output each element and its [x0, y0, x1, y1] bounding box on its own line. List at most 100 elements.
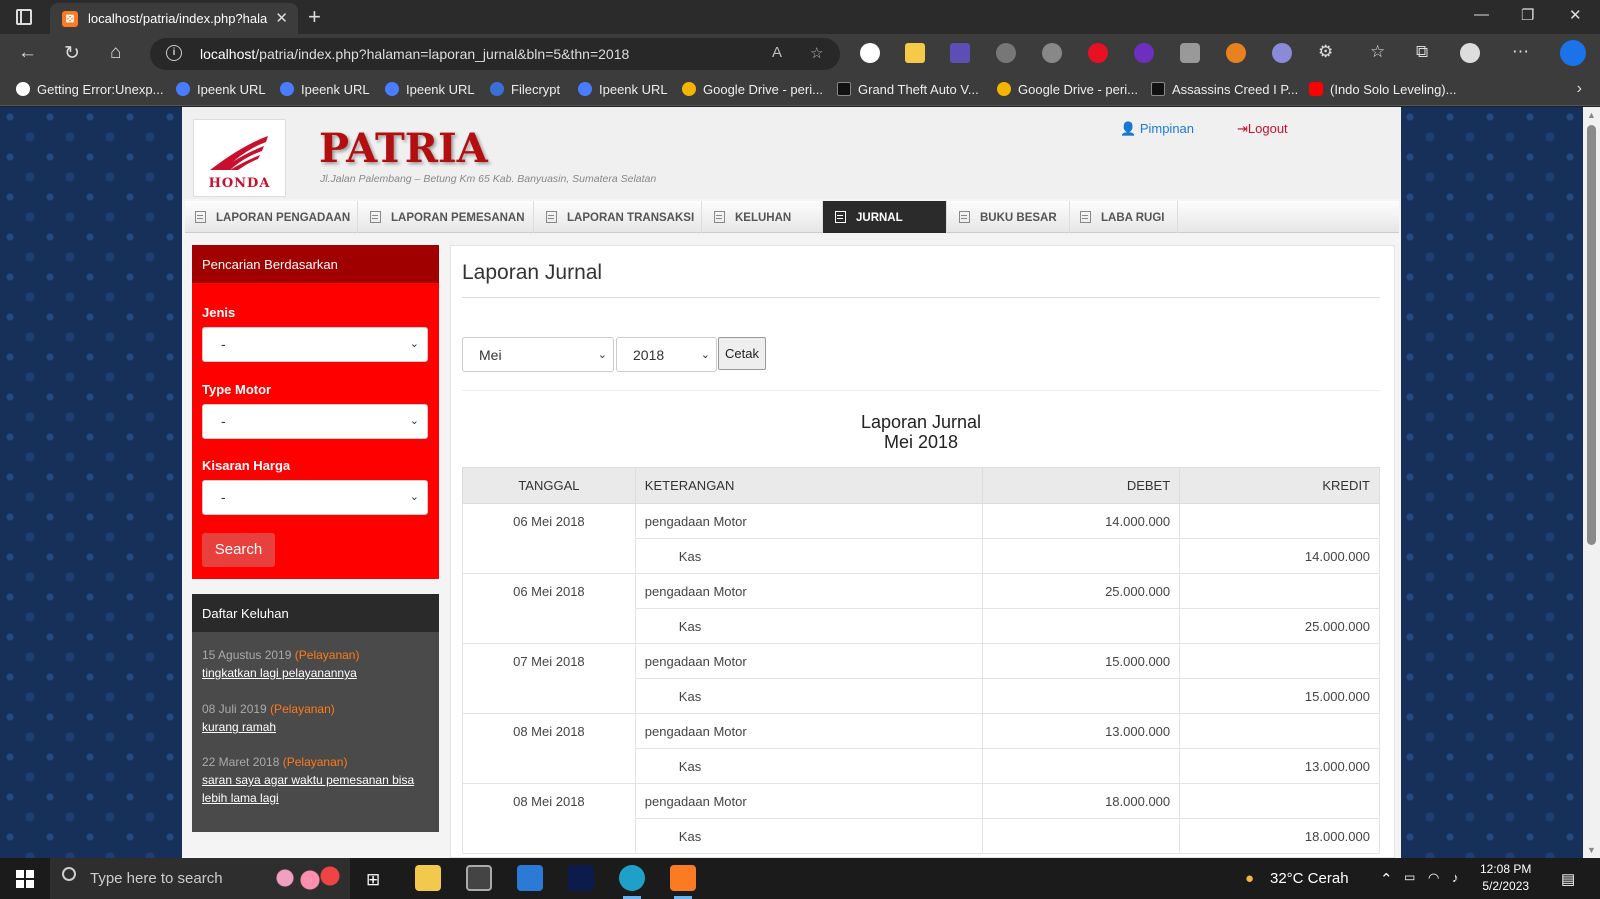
settings-extension-icon[interactable] [1272, 43, 1292, 63]
complaint-link[interactable]: saran saya agar waktu pemesanan bisa leb… [202, 771, 432, 807]
nav-buku-besar[interactable]: BUKU BESAR [947, 201, 1070, 233]
debit-amount: 15.000.000 [982, 643, 1181, 679]
bookmark-item[interactable]: Google Drive - peri... [997, 82, 1138, 97]
edge-icon[interactable] [619, 865, 645, 899]
bookmark-item[interactable]: Assassins Creed I P... [1151, 82, 1298, 97]
table-row: 08 Mei 2018 pengadaan Motor 18.000.000 [462, 783, 1380, 854]
bookmark-item[interactable]: Ipeenk URL [385, 82, 475, 97]
complaint-link[interactable]: kurang ramah [202, 718, 432, 736]
close-tab-icon[interactable]: ✕ [275, 9, 288, 27]
debit-amount-empty [982, 678, 1181, 714]
extension-icon[interactable] [905, 43, 925, 63]
scrollbar-thumb[interactable] [1587, 125, 1596, 545]
table-row: 08 Mei 2018 pengadaan Motor 13.000.000 [462, 713, 1380, 784]
search-highlight-image [270, 864, 340, 892]
battery-icon[interactable]: ▭ [1404, 870, 1415, 884]
weather-icon: ● [1245, 870, 1255, 887]
credit-amount-empty [1179, 643, 1380, 679]
year-select[interactable]: 2018 ⌄ [616, 337, 717, 372]
search-panel-title: Pencarian Berdasarkan [192, 245, 439, 283]
nav-laporan-pemesanan[interactable]: LAPORAN PEMESANAN [358, 201, 534, 233]
minimize-button[interactable]: — [1474, 6, 1489, 23]
logo-text: HONDA [208, 176, 271, 191]
microsoft-store-icon[interactable] [466, 865, 492, 891]
bookmark-item[interactable]: Grand Theft Auto V... [837, 82, 979, 97]
nav-jurnal[interactable]: JURNAL [823, 201, 947, 233]
user-link[interactable]: 👤 Pimpinan [1120, 121, 1194, 137]
site-header: HONDA PATRIA Jl.Jalan Palembang – Betung… [182, 107, 1401, 199]
wifi-icon[interactable]: ◠ [1428, 870, 1439, 886]
scroll-down-icon[interactable]: ▼ [1587, 845, 1596, 855]
extension-icon[interactable] [860, 43, 880, 63]
nav-laba-rugi[interactable]: LABA RUGI [1070, 201, 1178, 233]
bing-copilot-icon[interactable] [1560, 40, 1586, 66]
add-favorite-icon[interactable]: ☆ [810, 44, 823, 62]
kisaran-harga-select[interactable]: - ⌄ [202, 480, 428, 515]
bookmark-item[interactable]: Ipeenk URL [280, 82, 370, 97]
nav-laporan-transaksi[interactable]: LAPORAN TRANSAKSI [534, 201, 702, 233]
address-bar[interactable]: i localhost/patria/index.php?halaman=lap… [150, 38, 840, 70]
type-motor-select[interactable]: - ⌄ [202, 404, 428, 439]
bookmark-item[interactable]: Filecrypt [490, 82, 560, 97]
refresh-button[interactable]: ↻ [64, 42, 80, 65]
windows-start-icon[interactable] [16, 870, 34, 888]
restore-button[interactable]: ❐ [1521, 6, 1534, 24]
credit-amount: 15.000.000 [1179, 678, 1380, 714]
jenis-select[interactable]: - ⌄ [202, 327, 428, 362]
back-button[interactable]: ← [18, 42, 37, 64]
extension-icon[interactable] [1042, 43, 1062, 63]
profile-avatar[interactable] [1460, 43, 1480, 63]
weather-text[interactable]: 32°C Cerah [1270, 870, 1349, 887]
bookmark-item[interactable]: Ipeenk URL [176, 82, 266, 97]
credit-amount-empty [1179, 783, 1380, 819]
nav-laporan-pengadaan[interactable]: LAPORAN PENGADAAN [185, 201, 358, 233]
extension-icon[interactable] [996, 43, 1016, 63]
favorites-icon[interactable]: ☆ [1370, 42, 1385, 62]
complaint-link[interactable]: tingkatkan lagi pelayanannya [202, 664, 432, 682]
page-scrollbar[interactable]: ▲ ▼ [1583, 107, 1600, 858]
home-button[interactable]: ⌂ [110, 42, 121, 64]
month-select[interactable]: Mei ⌄ [462, 337, 614, 372]
new-tab-button[interactable]: + [308, 4, 321, 30]
extension-icon[interactable] [1134, 43, 1154, 63]
logout-link[interactable]: ⇥Logout [1237, 121, 1288, 137]
chevron-right-icon[interactable]: › [1577, 80, 1582, 98]
file-explorer-icon[interactable] [415, 865, 441, 891]
nav-keluhan[interactable]: KELUHAN [702, 201, 823, 233]
scroll-up-icon[interactable]: ▲ [1587, 110, 1596, 120]
notifications-icon[interactable]: ▤ [1561, 870, 1575, 888]
disney-plus-icon[interactable] [568, 865, 594, 891]
more-menu-icon[interactable]: ⋯ [1512, 42, 1529, 62]
browser-tab[interactable]: ⊠ localhost/patria/index.php?halaman ✕ [50, 3, 298, 34]
extensions-icon[interactable]: ⚙ [1318, 42, 1333, 62]
bookmark-item[interactable]: Getting Error:Unexp... [16, 82, 163, 97]
xampp-icon[interactable] [670, 865, 696, 899]
bookmark-item[interactable]: Google Drive - peri... [682, 82, 823, 97]
task-view-icon[interactable]: ⊞ [366, 870, 380, 890]
extension-icon[interactable] [1088, 43, 1108, 63]
mail-icon[interactable] [517, 865, 543, 891]
extension-icon[interactable] [1226, 43, 1246, 63]
credit-description: Kas [634, 538, 984, 574]
column-header: KETERANGAN [634, 467, 984, 504]
taskbar-search[interactable]: Type here to search [50, 858, 350, 899]
chevron-up-icon[interactable]: ⌃ [1380, 870, 1393, 888]
taskbar-clock[interactable]: 12:08 PM 5/2/2023 [1480, 861, 1531, 895]
table-row: 06 Mei 2018 pengadaan Motor 14.000.000 [462, 503, 1380, 574]
search-button[interactable]: Search [202, 533, 275, 567]
extension-icon[interactable] [950, 43, 970, 63]
close-window-button[interactable]: ✕ [1569, 6, 1582, 24]
camera-icon[interactable] [1180, 43, 1200, 63]
drive-icon [682, 82, 696, 96]
tab-actions-icon[interactable] [16, 9, 32, 25]
windows-taskbar: Type here to search ⊞ ● 32°C Cerah ⌃ ▭ ◠… [0, 858, 1600, 899]
read-aloud-icon[interactable]: A [772, 44, 782, 61]
site-address: Jl.Jalan Palembang – Betung Km 65 Kab. B… [320, 173, 657, 185]
taskbar-search-placeholder: Type here to search [90, 870, 223, 887]
site-info-icon[interactable]: i [166, 45, 182, 61]
bookmark-item[interactable]: (Indo Solo Leveling)... [1309, 82, 1456, 97]
collections-icon[interactable]: ⧉ [1416, 42, 1428, 62]
print-button[interactable]: Cetak [718, 337, 766, 370]
volume-icon[interactable]: ♪ [1452, 870, 1459, 885]
bookmark-item[interactable]: Ipeenk URL [578, 82, 668, 97]
